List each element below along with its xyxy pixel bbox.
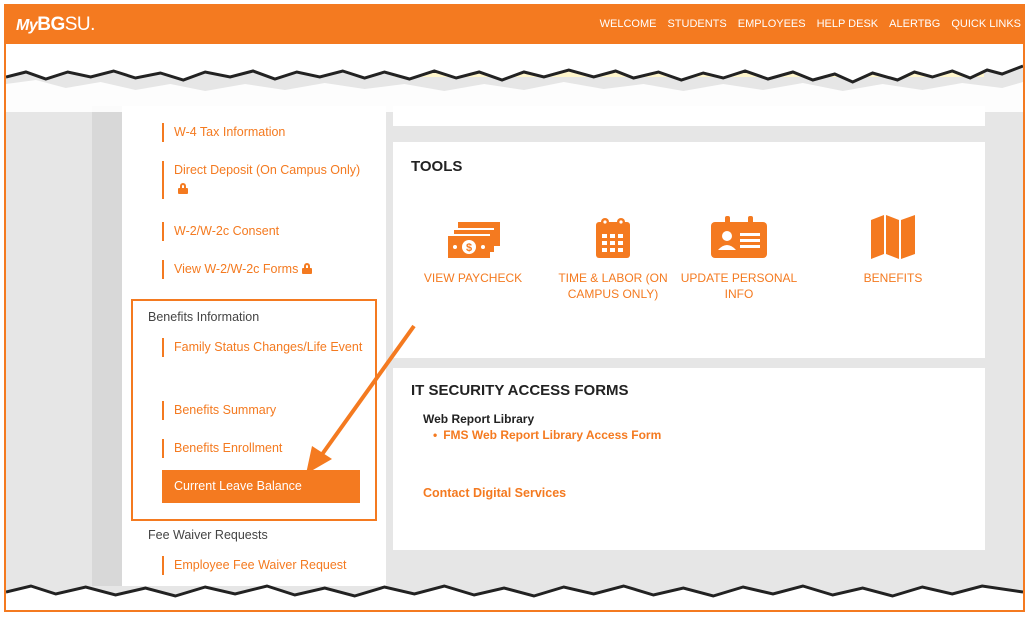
screenshot-frame: MyBGSU. WELCOME STUDENTS EMPLOYEES HELP … <box>4 4 1025 612</box>
torn-edge-top <box>6 44 1023 112</box>
torn-edge-bottom <box>6 584 1023 610</box>
